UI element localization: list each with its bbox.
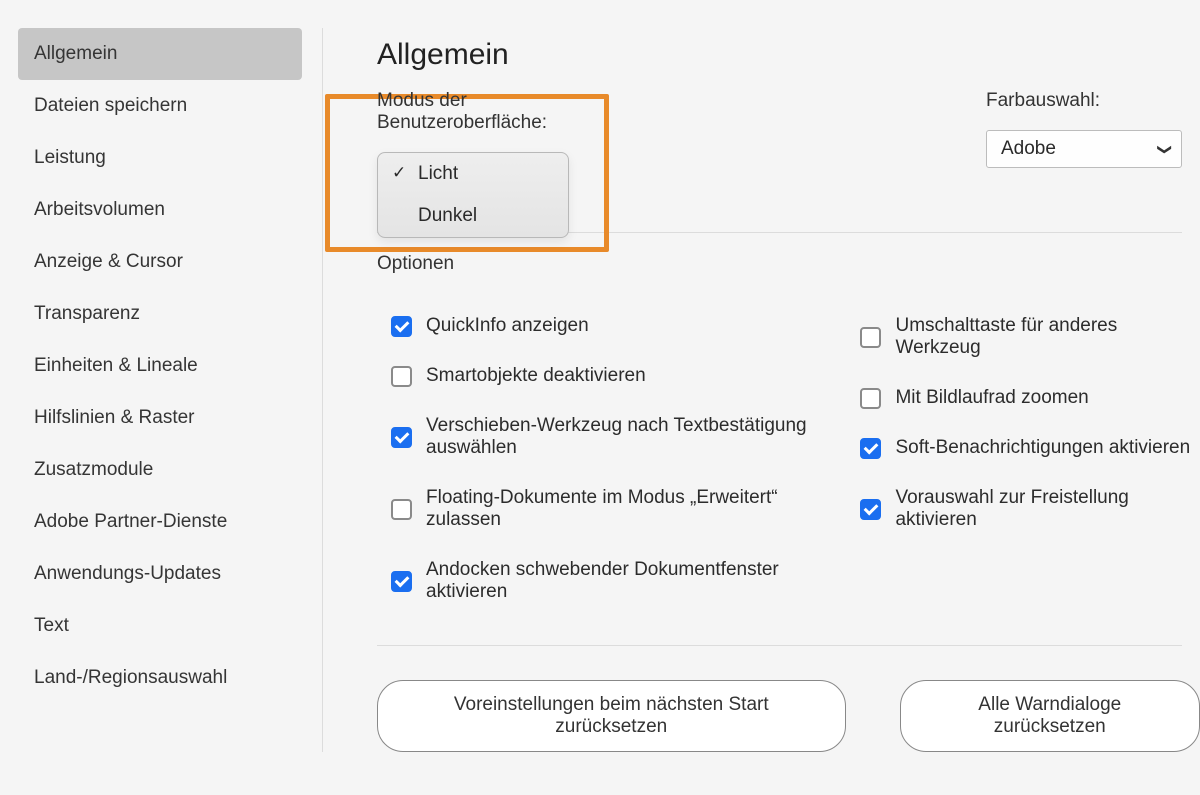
sidebar-item-allgemein[interactable]: Allgemein (18, 28, 302, 80)
checkbox-soft-benachrichtigungen[interactable]: Soft-Benachrichtigungen aktivieren (860, 437, 1200, 459)
option-label: Licht (418, 163, 458, 184)
color-picker-select[interactable]: Adobe ❯ (986, 130, 1182, 168)
preferences-sidebar: Allgemein Dateien speichern Leistung Arb… (18, 28, 302, 752)
sidebar-item-anzeige-cursor[interactable]: Anzeige & Cursor (18, 236, 302, 288)
checkbox-umschalttaste[interactable]: Umschalttaste für anderes Werkzeug (860, 315, 1200, 359)
checkbox-label: Umschalttaste für anderes Werkzeug (895, 315, 1200, 359)
checkbox-label: Mit Bildlaufrad zoomen (895, 387, 1088, 409)
sidebar-item-zusatzmodule[interactable]: Zusatzmodule (18, 444, 302, 496)
sidebar-item-adobe-partner-dienste[interactable]: Adobe Partner-Dienste (18, 496, 302, 548)
checkbox-icon (860, 388, 881, 409)
sidebar-item-arbeitsvolumen[interactable]: Arbeitsvolumen (18, 184, 302, 236)
options-heading: Optionen (351, 233, 1200, 281)
sidebar-item-land-regionsauswahl[interactable]: Land-/Regionsauswahl (18, 652, 302, 704)
checkbox-label: QuickInfo anzeigen (426, 315, 589, 337)
reset-warnings-button[interactable]: Alle Warndialoge zurücksetzen (900, 680, 1200, 752)
color-picker-value: Adobe (1001, 138, 1056, 160)
checkbox-label: Vorauswahl zur Freistellung aktivieren (895, 487, 1200, 531)
checkbox-label: Floating-Dokumente im Modus „Erweitert“ … (426, 487, 840, 531)
checkbox-floating-dokumente[interactable]: Floating-Dokumente im Modus „Erweitert“ … (391, 487, 840, 531)
ui-mode-option-licht[interactable]: ✓ Licht (378, 153, 568, 195)
sidebar-item-hilfslinien-raster[interactable]: Hilfslinien & Raster (18, 392, 302, 444)
chevron-down-icon: ❯ (1157, 143, 1174, 155)
ui-mode-label: Modus der Benutzeroberfläche: (377, 90, 637, 134)
checkbox-verschieben-werkzeug[interactable]: Verschieben-Werkzeug nach Textbestätigun… (391, 415, 840, 459)
reset-prefs-button[interactable]: Voreinstellungen beim nächsten Start zur… (377, 680, 846, 752)
checkbox-icon (391, 316, 412, 337)
checkbox-icon (391, 366, 412, 387)
checkbox-icon (860, 438, 881, 459)
color-picker-label: Farbauswahl: (986, 90, 1182, 112)
checkbox-label: Verschieben-Werkzeug nach Textbestätigun… (426, 415, 840, 459)
checkbox-icon (391, 571, 412, 592)
sidebar-item-text[interactable]: Text (18, 600, 302, 652)
sidebar-item-dateien-speichern[interactable]: Dateien speichern (18, 80, 302, 132)
checkbox-icon (860, 499, 881, 520)
color-picker-field: Farbauswahl: Adobe ❯ (986, 90, 1182, 238)
checkbox-icon (860, 327, 881, 348)
checkbox-smartobjekte[interactable]: Smartobjekte deaktivieren (391, 365, 840, 387)
checkbox-icon (391, 427, 412, 448)
ui-mode-field: Modus der Benutzeroberfläche: ✓ Licht Du… (377, 90, 637, 238)
checkbox-label: Soft-Benachrichtigungen aktivieren (895, 437, 1190, 459)
checkbox-label: Smartobjekte deaktivieren (426, 365, 646, 387)
checkbox-vorauswahl-freistellung[interactable]: Vorauswahl zur Freistellung aktivieren (860, 487, 1200, 531)
check-icon: ✓ (392, 163, 406, 183)
ui-mode-option-dunkel[interactable]: Dunkel (378, 195, 568, 237)
page-title: Allgemein (351, 28, 1200, 90)
checkbox-bildlaufrad[interactable]: Mit Bildlaufrad zoomen (860, 387, 1200, 409)
preferences-panel: Allgemein Modus der Benutzeroberfläche: … (322, 28, 1200, 752)
checkbox-icon (391, 499, 412, 520)
checkbox-andocken[interactable]: Andocken schwebender Dokumentfenster akt… (391, 559, 840, 603)
sidebar-item-leistung[interactable]: Leistung (18, 132, 302, 184)
checkbox-label: Andocken schwebender Dokumentfenster akt… (426, 559, 840, 603)
checkbox-quickinfo[interactable]: QuickInfo anzeigen (391, 315, 840, 337)
option-label: Dunkel (418, 205, 477, 226)
sidebar-item-anwendungs-updates[interactable]: Anwendungs-Updates (18, 548, 302, 600)
sidebar-item-einheiten-lineale[interactable]: Einheiten & Lineale (18, 340, 302, 392)
ui-mode-dropdown[interactable]: ✓ Licht Dunkel (377, 152, 569, 238)
sidebar-item-transparenz[interactable]: Transparenz (18, 288, 302, 340)
